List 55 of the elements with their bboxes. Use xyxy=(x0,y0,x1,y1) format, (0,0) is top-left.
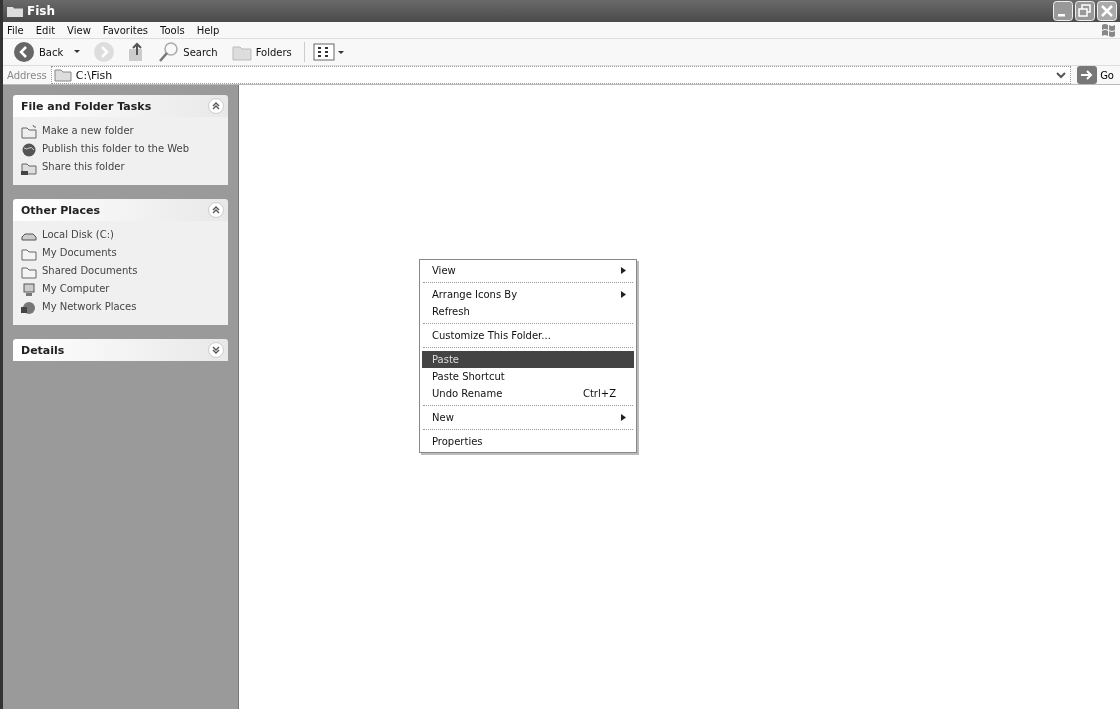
folder-icon xyxy=(53,68,72,82)
globe-icon xyxy=(21,143,37,157)
menu-item[interactable]: Paste xyxy=(422,351,634,368)
menu-item[interactable]: File xyxy=(7,24,24,36)
menu-item[interactable]: Properties xyxy=(422,433,634,450)
computer-icon xyxy=(21,283,37,297)
restore-button[interactable] xyxy=(1075,1,1095,21)
task-link[interactable]: My Documents xyxy=(42,247,117,258)
back-button[interactable]: Back xyxy=(9,41,68,63)
new-folder-icon xyxy=(21,125,37,139)
go-button[interactable]: Go xyxy=(1075,66,1116,84)
menu-item[interactable]: Edit xyxy=(35,24,56,36)
network-icon xyxy=(21,301,37,315)
search-button[interactable]: Search xyxy=(153,41,222,63)
panel-header[interactable]: File and Folder Tasks xyxy=(13,95,228,117)
task-link[interactable]: My Network Places xyxy=(42,301,137,312)
folder-icon xyxy=(231,43,252,61)
folder-icon xyxy=(21,265,37,279)
menu-item[interactable]: View xyxy=(67,24,91,36)
menu-item[interactable]: Help xyxy=(196,24,220,36)
menu-item[interactable]: New xyxy=(422,409,634,426)
submenu-arrow-icon xyxy=(621,291,626,298)
panel-header[interactable]: Details xyxy=(13,339,228,361)
share-icon xyxy=(21,161,37,175)
submenu-arrow-icon xyxy=(621,414,626,421)
menu-item[interactable]: Customize This Folder... xyxy=(422,327,634,344)
menu-item[interactable]: View xyxy=(422,262,634,279)
collapse-chevron-icon[interactable] xyxy=(208,202,224,218)
minimize-button[interactable] xyxy=(1053,1,1073,21)
expand-chevron-icon[interactable] xyxy=(208,342,224,358)
menu-item[interactable]: Refresh xyxy=(422,303,634,320)
folder-icon xyxy=(21,247,37,261)
views-icon[interactable] xyxy=(312,42,345,62)
menu-item[interactable]: Arrange Icons By xyxy=(422,286,634,303)
task-link[interactable]: Shared Documents xyxy=(42,265,138,276)
submenu-arrow-icon xyxy=(621,267,626,274)
task-link[interactable]: Make a new folder xyxy=(42,125,134,136)
menu-item[interactable]: Paste Shortcut xyxy=(422,368,634,385)
task-link[interactable]: Share this folder xyxy=(42,161,125,172)
dropdown-caret-icon[interactable] xyxy=(73,49,82,55)
search-icon xyxy=(157,41,180,63)
menu-item[interactable]: Tools xyxy=(160,24,185,36)
address-field[interactable]: C:\Fish xyxy=(50,66,1072,84)
address-label: Address xyxy=(7,69,47,81)
collapse-chevron-icon[interactable] xyxy=(208,98,224,114)
task-link[interactable]: Local Disk (C:) xyxy=(42,229,114,240)
window-title: Fish xyxy=(27,4,55,18)
folder-icon xyxy=(7,5,23,17)
task-link[interactable]: My Computer xyxy=(42,283,110,294)
menu-item[interactable]: Undo Rename Ctrl+Z xyxy=(422,385,634,402)
panel-header[interactable]: Other Places xyxy=(13,199,228,221)
close-button[interactable] xyxy=(1097,1,1117,21)
folders-button[interactable]: Folders xyxy=(227,43,296,61)
task-link[interactable]: Publish this folder to the Web xyxy=(42,143,190,154)
menu-item[interactable]: Favorites xyxy=(102,24,148,36)
